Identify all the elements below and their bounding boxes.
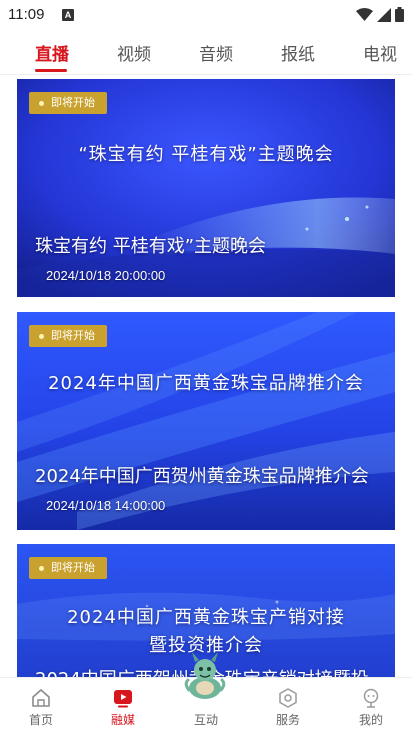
category-tabs: 直播 视频 音频 报纸 电视 — [0, 30, 412, 75]
service-icon — [279, 688, 297, 708]
status-badge: 即将开始 — [29, 92, 107, 114]
signal-icon — [377, 7, 391, 22]
cover-heading: 2024年中国广西黄金珠宝品牌推介会 — [48, 373, 364, 394]
nav-service[interactable]: 服务 — [247, 678, 329, 733]
battery-icon — [395, 7, 404, 22]
nav-label: 我的 — [358, 713, 383, 727]
live-card[interactable]: 即将开始 2024年中国广西黄金珠宝品牌推介会 2024年中国广西贺州黄金珠宝品… — [17, 312, 395, 530]
badge-dot — [39, 100, 44, 106]
status-bar: 11:09 A — [0, 0, 412, 30]
live-card[interactable]: 即将开始 “珠宝有约 平桂有戏”主题晚会 珠宝有约 平桂有戏”主题晚会 2024… — [17, 79, 395, 297]
card-date: 2024/10/18 20:00:00 — [46, 268, 166, 283]
nav-label: 首页 — [28, 713, 53, 727]
badge-dot — [39, 565, 44, 571]
tab-audio[interactable]: 音频 — [199, 40, 233, 65]
badge-label: 即将开始 — [51, 329, 95, 342]
mascot-icon[interactable] — [180, 650, 230, 702]
tab-indicator — [35, 69, 67, 72]
card-title: 2024年中国广西贺州黄金珠宝品牌推介会 — [35, 466, 369, 487]
wifi-icon — [356, 7, 373, 21]
card-date: 2024/10/18 14:00:00 — [46, 498, 166, 513]
live-feed[interactable]: 即将开始 “珠宝有约 平桂有戏”主题晚会 珠宝有约 平桂有戏”主题晚会 2024… — [0, 75, 412, 677]
nav-home[interactable]: 首页 — [0, 678, 82, 733]
nav-label: 互动 — [193, 713, 218, 727]
nav-label: 服务 — [275, 713, 300, 727]
tab-tv[interactable]: 电视 — [363, 40, 397, 65]
home-icon — [32, 689, 50, 707]
nav-media[interactable]: 融媒 — [82, 678, 164, 733]
cover-heading: 2024中国广西黄金珠宝产销对接 — [67, 607, 345, 628]
notification-icon: A — [62, 9, 74, 21]
nav-label: 融媒 — [110, 713, 135, 727]
tab-newspaper[interactable]: 报纸 — [281, 40, 315, 65]
status-badge: 即将开始 — [29, 325, 107, 347]
status-time: 11:09 — [8, 6, 45, 23]
status-badge: 即将开始 — [29, 557, 107, 579]
tab-video[interactable]: 视频 — [117, 40, 151, 65]
status-icons — [356, 7, 404, 22]
badge-label: 即将开始 — [51, 96, 95, 109]
cover-heading: “珠宝有约 平桂有戏”主题晚会 — [78, 144, 334, 165]
badge-dot — [39, 333, 44, 339]
nav-profile[interactable]: 我的 — [330, 678, 412, 733]
badge-label: 即将开始 — [51, 561, 95, 574]
media-play-icon — [114, 690, 132, 708]
card-title: 珠宝有约 平桂有戏”主题晚会 — [35, 236, 267, 257]
tab-live[interactable]: 直播 — [35, 40, 69, 65]
profile-icon — [363, 688, 379, 708]
